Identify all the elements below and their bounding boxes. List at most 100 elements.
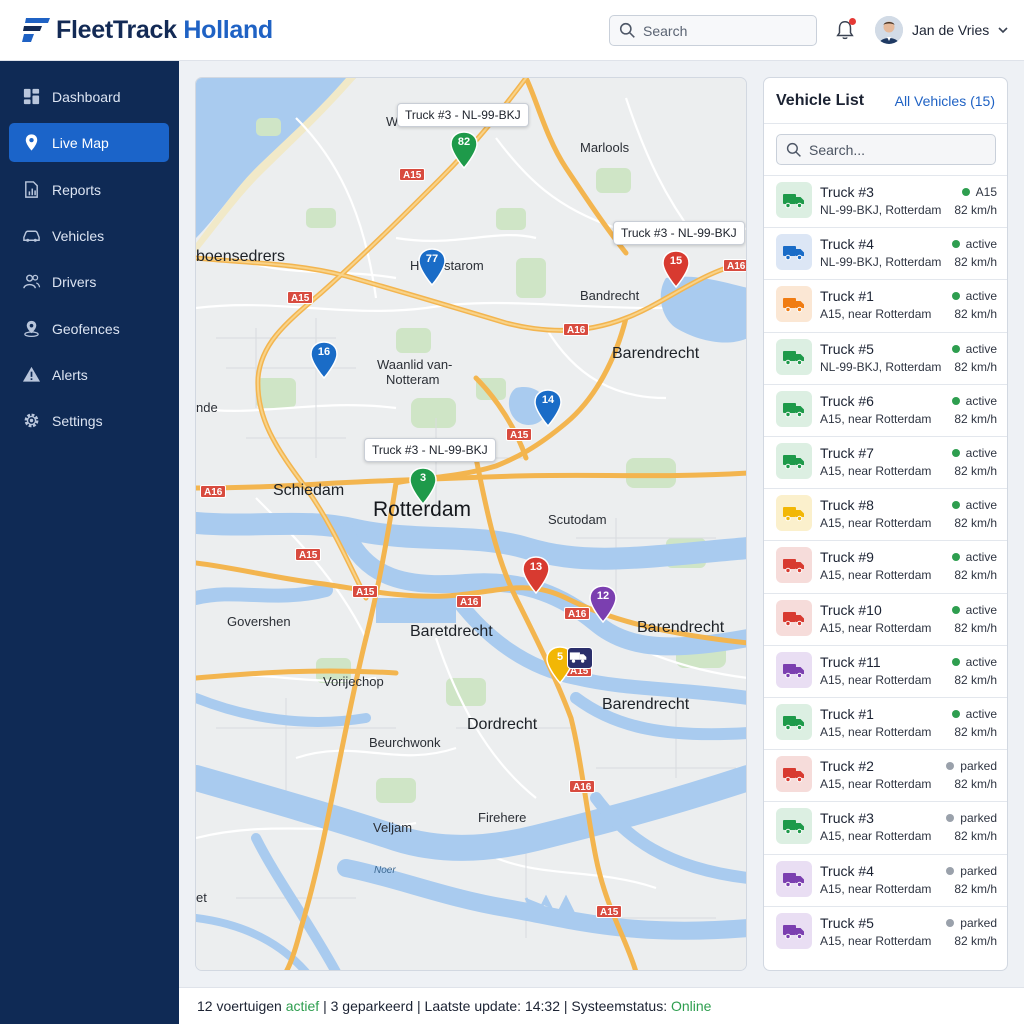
vehicle-search[interactable]	[776, 134, 996, 165]
vehicle-marker[interactable]: 15	[662, 250, 690, 288]
highway-shield: A15	[295, 548, 322, 561]
map-canvas[interactable]	[196, 78, 747, 971]
vehicle-list-item[interactable]: Truck #4 NL-99-BKJ, Rotterdam active 82 km/…	[764, 227, 1007, 279]
vehicle-list-item[interactable]: Truck #10 A15, near Rotterdam active 82 km/…	[764, 593, 1007, 645]
sidebar-item-dashboard[interactable]: Dashboard	[9, 77, 169, 116]
sidebar: Dashboard Live Map Reports Vehicles Driv…	[0, 61, 179, 1024]
map-label-vorijechop: Vorijechop	[323, 674, 384, 689]
vehicle-name: Truck #6	[820, 393, 874, 409]
vehicle-speed: 82 km/h	[954, 777, 997, 791]
vehicle-marker[interactable]: 16	[310, 341, 338, 379]
vehicle-list-item[interactable]: Truck #4 A15, near Rotterdam parked 82 km/h	[764, 854, 1007, 906]
search-icon	[619, 22, 635, 38]
vehicle-marker[interactable]: 14	[534, 389, 562, 427]
vehicle-marker[interactable]: 3	[409, 467, 437, 505]
all-vehicles-link[interactable]: All Vehicles (15)	[895, 93, 995, 109]
vehicle-callout[interactable]: Truck #3 - NL-99-BKJ	[397, 103, 529, 127]
map-label-boensedrers: boensedrers	[196, 248, 285, 265]
vehicle-marker-label: 3	[419, 472, 427, 484]
vehicle-type-icon	[776, 861, 812, 897]
vehicle-status-text: active	[965, 550, 997, 564]
vehicle-location: A15, near Rotterdam	[820, 934, 932, 948]
system-status-online: Online	[671, 998, 712, 1014]
highway-shield: A16	[569, 780, 596, 793]
vehicle-status-text: A15	[975, 185, 997, 199]
truck-icon	[783, 403, 804, 418]
sidebar-item-geofences[interactable]: Geofences	[9, 309, 169, 348]
map-label-barendrecht-east: Barendrecht	[637, 619, 725, 636]
vehicle-name: Truck #7	[820, 445, 874, 461]
sidebar-item-label: Drivers	[52, 273, 97, 290]
vehicle-status: parked	[946, 759, 997, 773]
vehicle-location: A15, near Rotterdam	[820, 516, 932, 530]
vehicle-list-item[interactable]: Truck #1 A15, near Rotterdam active 82 km/h	[764, 697, 1007, 749]
vehicle-list-item[interactable]: Truck #3 A15, near Rotterdam parked 82 km/h	[764, 801, 1007, 853]
status-dot	[951, 501, 960, 509]
vehicle-status: active	[951, 342, 997, 356]
notifications-button[interactable]	[834, 18, 856, 42]
sidebar-item-reports[interactable]: Reports	[9, 170, 169, 209]
vehicle-callout[interactable]: Truck #3 - NL-99-BKJ	[364, 438, 496, 462]
vehicle-name: Truck #9	[820, 549, 874, 565]
vehicle-list-item[interactable]: Truck #7 A15, near Rotterdam active 82 km/h	[764, 436, 1007, 488]
sidebar-item-settings[interactable]: Settings	[9, 401, 169, 440]
vehicle-location: A15, near Rotterdam	[820, 882, 932, 896]
status-count-text: 12 voertuigen	[197, 998, 286, 1014]
vehicle-list-item[interactable]: Truck #2 A15, near Rotterdam parked 82 km/h	[764, 749, 1007, 801]
vehicle-search-input[interactable]	[809, 141, 989, 158]
vehicle-marker[interactable]: 77	[418, 248, 446, 286]
highway-shield: A15	[506, 428, 533, 441]
global-search-input[interactable]	[643, 22, 813, 39]
map-label-barendrecht-north: Barendrecht	[612, 345, 700, 362]
global-search[interactable]	[609, 15, 817, 46]
vehicle-list-item[interactable]: Truck #6 A15, near Rotterdam active 82 km/h	[764, 384, 1007, 436]
vehicle-marker[interactable]: 12	[589, 585, 617, 623]
vehicle-marker[interactable]: 13	[522, 556, 550, 594]
vehicle-type-icon	[776, 913, 812, 949]
vehicle-status-text: active	[965, 655, 997, 669]
vehicle-list-item[interactable]: Truck #3 NL-99-BKJ, Rotterdam A15 82 km/h	[764, 175, 1007, 227]
status-dot	[951, 606, 960, 614]
truck-icon	[783, 716, 804, 731]
vehicle-marker[interactable]: 82	[450, 131, 478, 169]
sidebar-item-live-map[interactable]: Live Map	[9, 123, 169, 162]
vehicle-location: A15, near Rotterdam	[820, 307, 932, 321]
vehicle-list-item[interactable]: Truck #1 A15, near Rotterdam active 82 km/h	[764, 279, 1007, 331]
status-dot	[951, 553, 960, 561]
status-active-word: actief	[285, 998, 320, 1014]
vehicle-location: A15, near Rotterdam	[820, 673, 932, 687]
status-dot	[951, 658, 960, 666]
vehicle-speed: 82 km/h	[954, 516, 997, 530]
live-map[interactable]: Wa Marlools boensedrers H starom Bandrec…	[195, 77, 747, 971]
sidebar-item-vehicles[interactable]: Vehicles	[9, 216, 169, 255]
sidebar-item-drivers[interactable]: Drivers	[9, 262, 169, 301]
truck-icon	[783, 559, 804, 574]
app-logo[interactable]: FleetTrack Holland	[20, 14, 273, 46]
search-icon	[786, 142, 801, 157]
fleettrack-logo-icon	[22, 18, 50, 42]
vehicle-status: parked	[946, 811, 997, 825]
vehicle-list-item[interactable]: Truck #5 A15, near Rotterdam parked 82 km/h	[764, 906, 1007, 958]
sidebar-item-label: Live Map	[52, 134, 109, 151]
vehicle-marker-label: 15	[669, 255, 683, 267]
vehicle-list-item[interactable]: Truck #8 A15, near Rotterdam active 82 km/h	[764, 488, 1007, 540]
map-label-bandrecht: Bandrecht	[580, 288, 640, 303]
vehicle-marker-label: 14	[541, 394, 555, 406]
status-dot	[951, 710, 960, 718]
status-dot	[951, 345, 960, 353]
truck-icon	[783, 768, 804, 783]
map-label-firehere: Firehere	[478, 810, 527, 825]
truck-cluster-marker[interactable]	[567, 647, 593, 669]
map-label-waanlid: Waanlid van-	[377, 357, 453, 372]
sidebar-item-alerts[interactable]: Alerts	[9, 355, 169, 394]
truck-icon	[783, 612, 804, 627]
vehicle-type-icon	[776, 286, 812, 322]
vehicle-callout[interactable]: Truck #3 - NL-99-BKJ	[613, 221, 745, 245]
truck-icon	[783, 194, 804, 209]
vehicle-status: active	[951, 237, 997, 251]
vehicle-list-item[interactable]: Truck #11 A15, near Rotterdam active 82 km/…	[764, 645, 1007, 697]
vehicle-list-item[interactable]: Truck #5 NL-99-BKJ, Rotterdam active 82 km/…	[764, 332, 1007, 384]
highway-shield: A16	[723, 259, 746, 272]
user-menu[interactable]: Jan de Vries	[875, 16, 1009, 44]
vehicle-list-item[interactable]: Truck #9 A15, near Rotterdam active 82 km/h	[764, 540, 1007, 592]
